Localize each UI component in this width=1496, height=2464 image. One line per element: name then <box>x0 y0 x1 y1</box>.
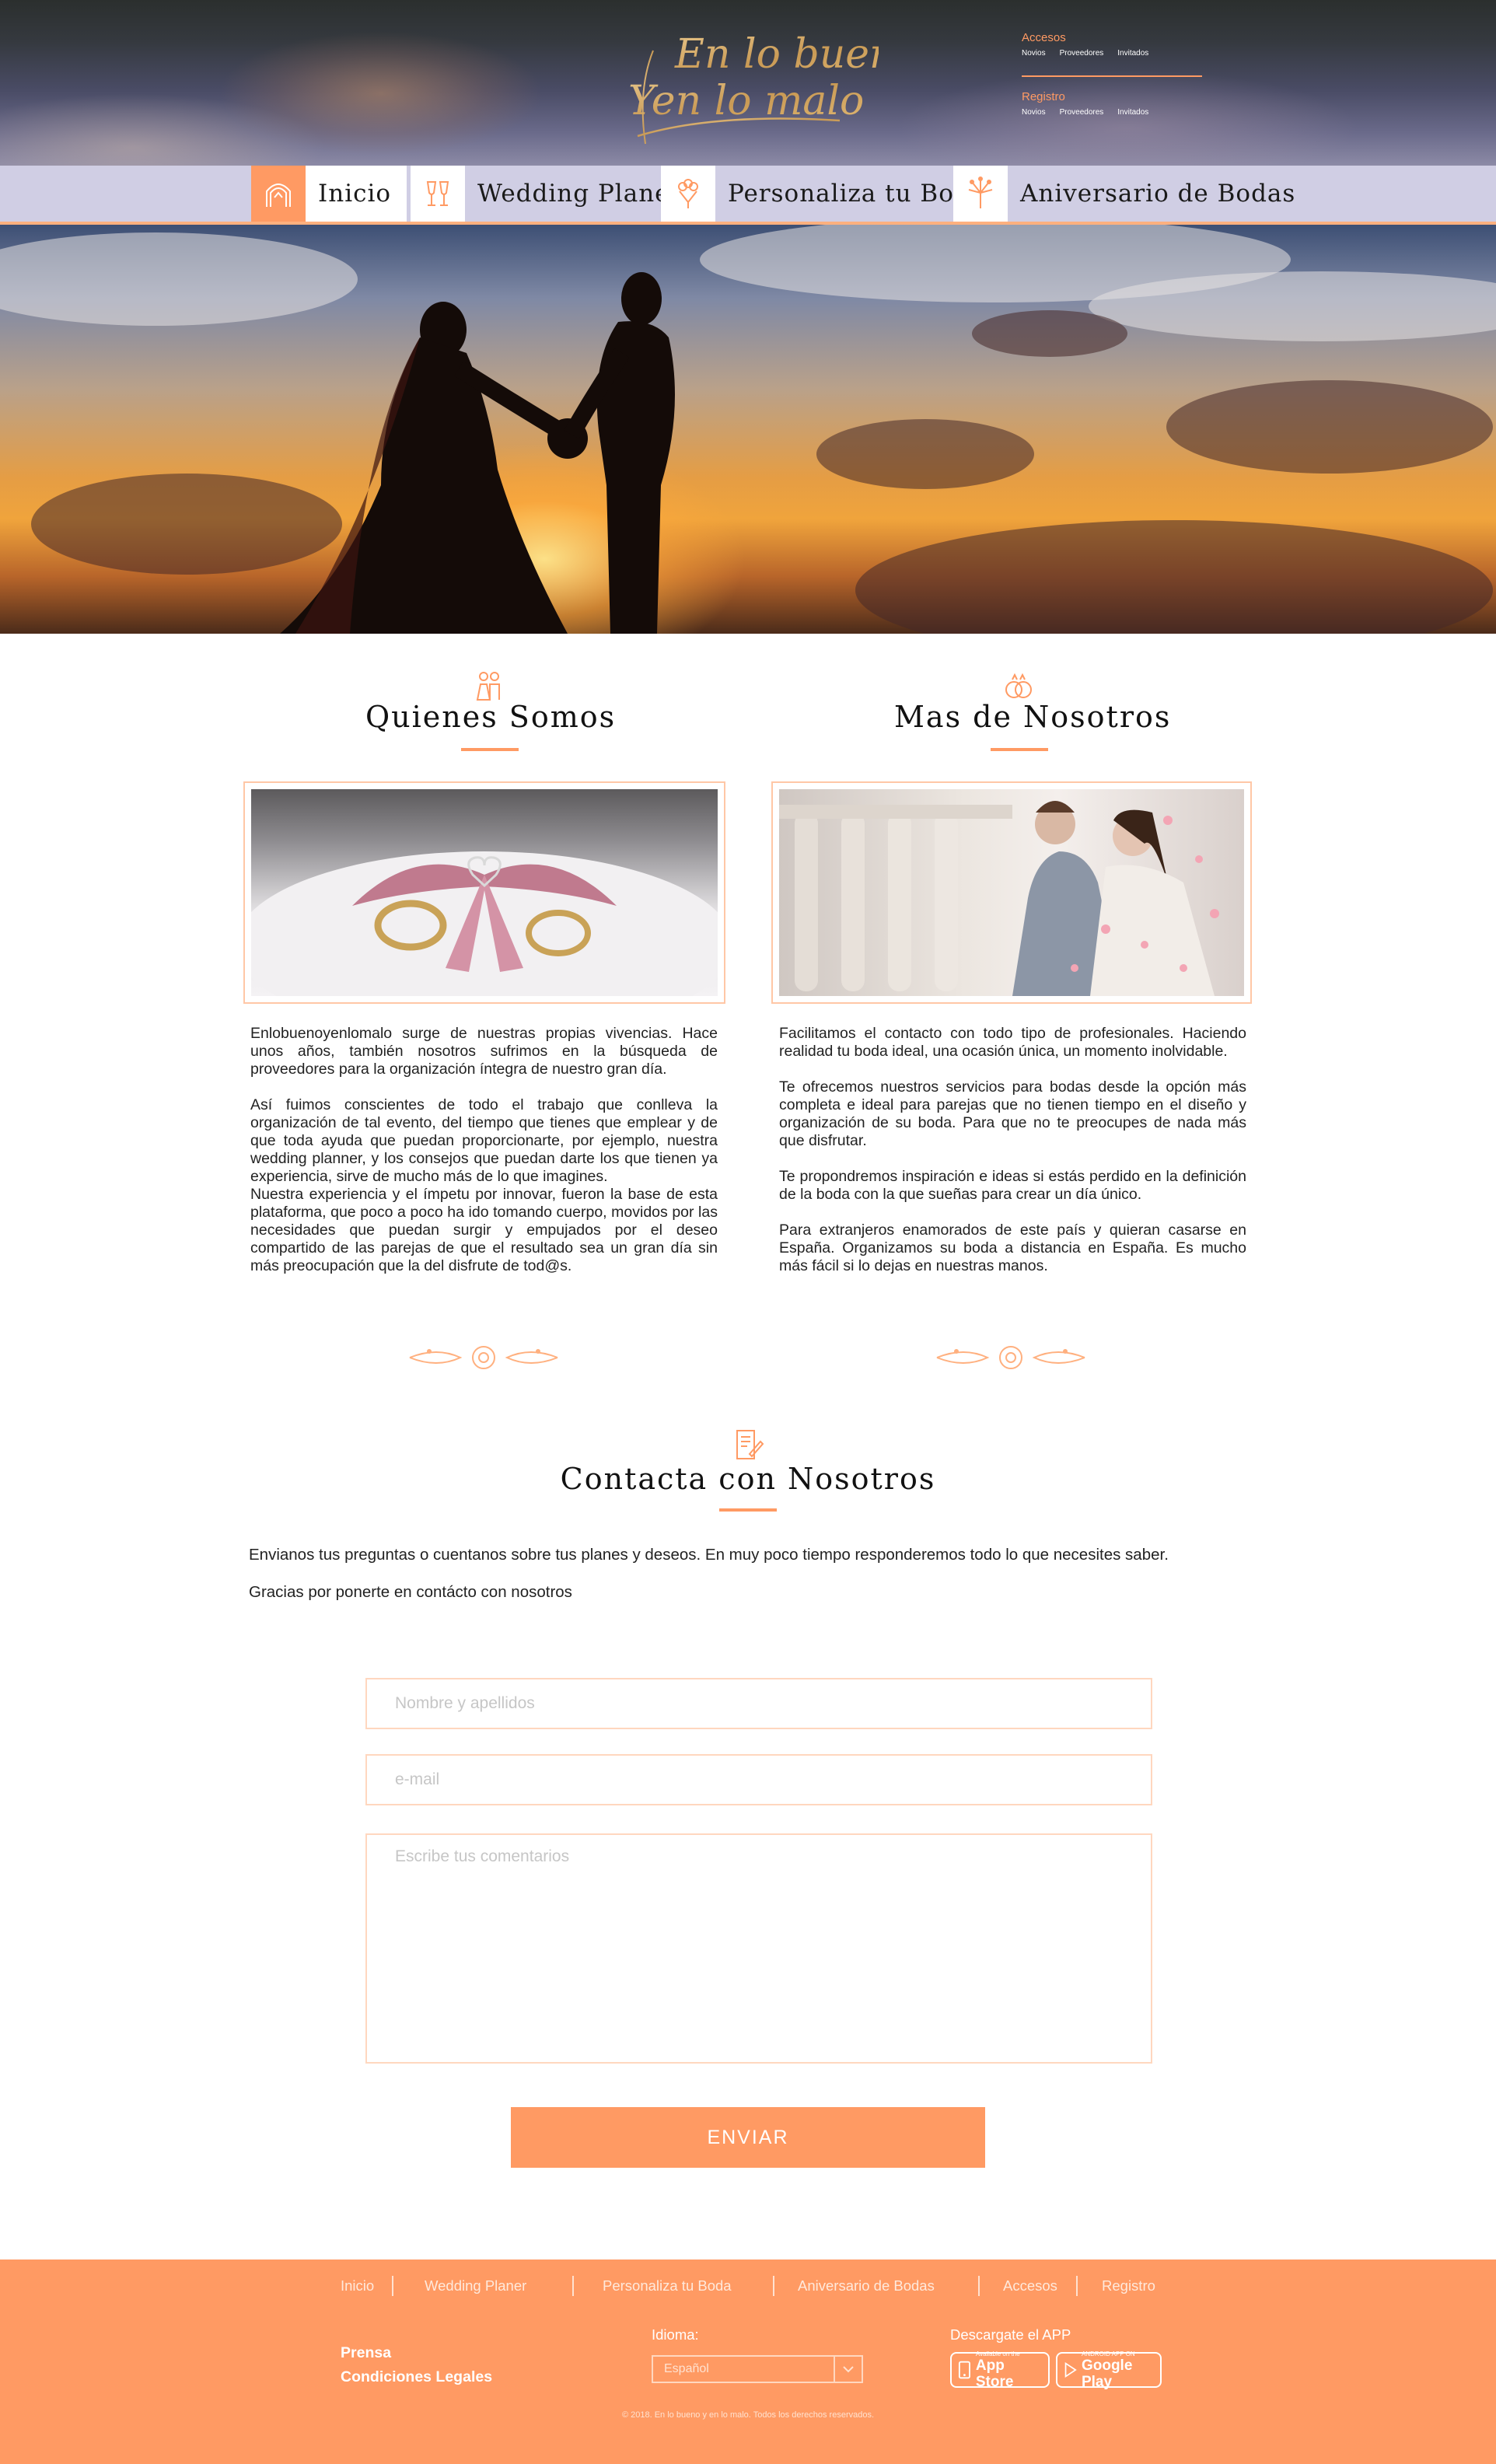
bride-groom-icon <box>472 669 506 703</box>
nav-label-personaliza: Personaliza tu Boda <box>728 180 986 208</box>
language-value: Español <box>664 2362 709 2375</box>
footer-separator <box>978 2276 980 2296</box>
app-label: Descargate el APP <box>950 2326 1071 2343</box>
footer-link-condiciones[interactable]: Condiciones Legales <box>341 2368 492 2386</box>
fireworks-icon <box>953 166 1008 222</box>
access-link-proveedores[interactable]: Proveedores <box>1060 49 1104 58</box>
footer-link-wedding-planer[interactable]: Wedding Planer <box>425 2276 526 2296</box>
wedding-rings-icon <box>1001 669 1036 703</box>
about-right-paragraph: Te ofrecemos nuestros servicios para bod… <box>779 1078 1246 1149</box>
ornament-divider-icon <box>933 1340 1089 1375</box>
contact-thanks: Gracias por ponerte en contácto con noso… <box>249 1583 572 1601</box>
footer-separator <box>392 2276 393 2296</box>
register-title[interactable]: Registro <box>1022 90 1202 103</box>
hero-banner <box>0 225 1496 634</box>
about-left-underline <box>461 748 519 751</box>
footer-link-prensa[interactable]: Prensa <box>341 2344 391 2362</box>
footer-link-aniversario[interactable]: Aniversario de Bodas <box>798 2276 935 2296</box>
wedding-arch-icon <box>251 166 306 222</box>
champagne-glasses-icon <box>411 166 465 222</box>
footer-link-personaliza[interactable]: Personaliza tu Boda <box>603 2276 732 2296</box>
access-menu: Accesos Novios Proveedores Invitados <box>1022 31 1202 58</box>
appstore-small-text: Available on the <box>975 2350 1020 2357</box>
site-logo[interactable]: En lo bueno Yen lo malo <box>622 19 920 152</box>
header-cloud <box>894 70 1361 166</box>
flower-bouquet-icon <box>661 166 715 222</box>
contact-title: Contacta con Nosotros <box>560 1462 936 1496</box>
register-menu: Registro Novios Proveedores Invitados <box>1022 90 1202 117</box>
play-icon <box>1064 2361 1077 2378</box>
register-link-novios[interactable]: Novios <box>1022 108 1046 117</box>
access-link-invitados[interactable]: Invitados <box>1117 49 1148 58</box>
nav-label-wedding-planer: Wedding Planer <box>477 180 683 208</box>
document-pen-icon <box>731 1428 765 1462</box>
nav-item-aniversario[interactable]: Aniversario de Bodas <box>953 166 1295 222</box>
google-play-button[interactable]: ANDROID APP ON Google Play <box>1056 2350 1162 2390</box>
name-field[interactable] <box>365 1678 1152 1729</box>
access-divider <box>1022 75 1202 77</box>
footer-separator <box>572 2276 574 2296</box>
copyright: © 2018. En lo bueno y en lo malo. Todos … <box>621 2410 875 2420</box>
email-field[interactable] <box>365 1754 1152 1805</box>
appstore-big-text: App Store <box>975 2357 1014 2390</box>
footer-link-inicio[interactable]: Inicio <box>341 2276 374 2296</box>
email-input[interactable] <box>367 1756 1151 1804</box>
about-right-text: Facilitamos el contacto con todo tipo de… <box>779 1025 1246 1293</box>
language-select[interactable]: Español <box>652 2355 863 2383</box>
footer-separator <box>773 2276 774 2296</box>
about-right-title: Mas de Nosotros <box>894 700 1172 734</box>
about-left-paragraph: Enlobuenoyenlomalo surge de nuestras pro… <box>250 1025 718 1078</box>
nav-item-personaliza[interactable]: Personaliza tu Boda <box>661 166 985 222</box>
app-store-button[interactable]: Available on the App Store <box>950 2350 1050 2390</box>
register-link-invitados[interactable]: Invitados <box>1117 108 1148 117</box>
wedding-rings-image <box>251 789 718 996</box>
couple-silhouette <box>280 272 675 634</box>
googleplay-big-text: Google Play <box>1081 2357 1133 2390</box>
logo-line1: En lo bueno <box>674 31 879 78</box>
about-left-text: Enlobuenoyenlomalo surge de nuestras pro… <box>250 1025 718 1275</box>
couple-with-petals-image <box>779 789 1244 996</box>
footer-link-registro[interactable]: Registro <box>1102 2276 1155 2296</box>
about-right-photo <box>771 781 1252 1004</box>
name-input[interactable] <box>367 1679 1151 1728</box>
about-right-paragraph: Facilitamos el contacto con todo tipo de… <box>779 1025 1246 1060</box>
chevron-down-icon <box>834 2357 862 2382</box>
nav-label-aniversario: Aniversario de Bodas <box>1020 180 1296 208</box>
about-right-paragraph: Te propondremos inspiración e ideas si e… <box>779 1168 1246 1203</box>
access-title[interactable]: Accesos <box>1022 31 1202 44</box>
about-right-underline <box>991 748 1048 751</box>
footer-separator <box>1076 2276 1078 2296</box>
footer-link-accesos[interactable]: Accesos <box>1003 2276 1057 2296</box>
register-link-proveedores[interactable]: Proveedores <box>1060 108 1104 117</box>
about-left-photo <box>243 781 725 1004</box>
contact-intro: Envianos tus preguntas o cuentanos sobre… <box>249 1546 1169 1564</box>
send-button[interactable]: ENVIAR <box>511 2107 985 2168</box>
language-label: Idioma: <box>652 2326 699 2343</box>
nav-item-wedding-planer[interactable]: Wedding Planer <box>411 166 682 222</box>
contact-underline <box>719 1508 777 1512</box>
logo-line2: Yen lo malo <box>628 78 864 124</box>
nav-item-inicio[interactable]: Inicio <box>251 166 407 222</box>
nav-label-inicio: Inicio <box>306 166 407 222</box>
comments-textarea[interactable] <box>367 1835 1151 2062</box>
comments-field[interactable] <box>365 1833 1152 2064</box>
ornament-divider-icon <box>406 1340 561 1375</box>
googleplay-small-text: ANDROID APP ON <box>1081 2350 1135 2357</box>
access-link-novios[interactable]: Novios <box>1022 49 1046 58</box>
logo-graphic: En lo bueno Yen lo malo <box>628 31 920 145</box>
about-left-paragraph: Así fuimos conscientes de todo el trabaj… <box>250 1096 718 1185</box>
about-left-paragraph: Nuestra experiencia y el ímpetu por inno… <box>250 1186 718 1274</box>
about-left-title: Quienes Somos <box>365 700 617 734</box>
phone-icon <box>958 2361 970 2379</box>
footer-nav: Inicio Wedding Planer Personaliza tu Bod… <box>0 2276 1496 2296</box>
about-right-paragraph: Para extranjeros enamorados de este país… <box>779 1222 1246 1274</box>
